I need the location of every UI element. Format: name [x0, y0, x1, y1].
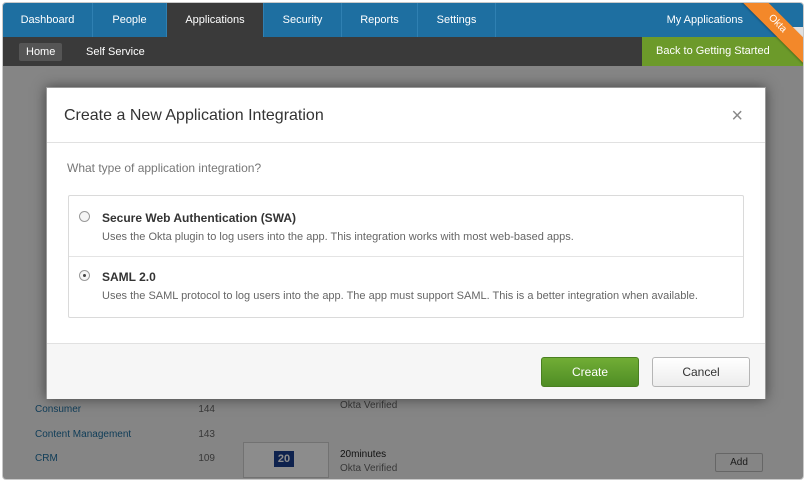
swa-radio[interactable] — [79, 211, 90, 222]
create-button[interactable]: Create — [541, 357, 639, 387]
my-applications-link[interactable]: My Applications — [667, 3, 743, 37]
tab-applications[interactable]: Applications — [167, 3, 264, 37]
option-description: Uses the SAML protocol to log users into… — [102, 290, 698, 302]
option-title: SAML 2.0 — [102, 270, 156, 284]
integration-type-question: What type of application integration? — [67, 161, 262, 175]
okta-ribbon: Okta — [741, 3, 803, 65]
tab-security[interactable]: Security — [264, 3, 342, 37]
okta-corner-badge: Okta — [741, 3, 803, 65]
option-saml[interactable]: SAML 2.0 Uses the SAML protocol to log u… — [69, 257, 743, 317]
close-icon[interactable]: × — [731, 106, 743, 126]
create-integration-dialog: Create a New Application Integration × W… — [46, 87, 766, 399]
sub-navigation: Home Self Service Back to Getting Starte… — [3, 37, 803, 66]
tab-reports[interactable]: Reports — [342, 3, 418, 37]
app-window: Dashboard People Applications Security R… — [2, 2, 804, 480]
tab-settings[interactable]: Settings — [418, 3, 496, 37]
subnav-self-service[interactable]: Self Service — [79, 43, 152, 61]
dialog-title: Create a New Application Integration — [64, 107, 324, 124]
dialog-header: Create a New Application Integration × — [47, 88, 765, 143]
dialog-footer: Create Cancel — [47, 343, 765, 399]
tab-dashboard[interactable]: Dashboard — [3, 3, 93, 37]
subnav-home[interactable]: Home — [19, 43, 63, 61]
option-description: Uses the Okta plugin to log users into t… — [102, 231, 574, 243]
top-navigation: Dashboard People Applications Security R… — [3, 3, 803, 37]
tab-people[interactable]: People — [93, 3, 167, 37]
integration-type-options: Secure Web Authentication (SWA) Uses the… — [68, 195, 744, 318]
cancel-button[interactable]: Cancel — [652, 357, 750, 387]
option-title: Secure Web Authentication (SWA) — [102, 211, 297, 225]
option-swa[interactable]: Secure Web Authentication (SWA) Uses the… — [69, 196, 743, 257]
saml-radio[interactable] — [79, 270, 90, 281]
